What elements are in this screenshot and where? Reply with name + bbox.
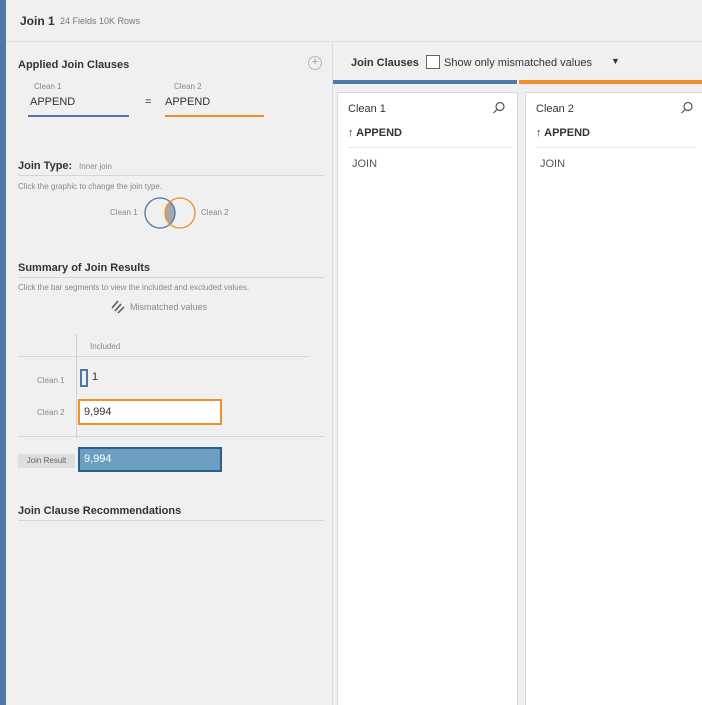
join-type-title: Join Type: (18, 160, 73, 172)
clean2-values-card: Clean 2 ↑ APPEND JOIN (525, 92, 702, 705)
mismatched-legend-label: Mismatched values (130, 302, 208, 312)
summary-title: Summary of Join Results (18, 262, 151, 274)
divider (18, 520, 324, 521)
clean1-color-bar (333, 80, 517, 84)
join-clauses-panel: Join Clauses Show only mismatched values… (333, 42, 702, 705)
summary-row-label: Clean 2 (37, 408, 65, 417)
join-type-venn-diagram[interactable] (144, 196, 200, 230)
included-header: Included (90, 342, 121, 351)
step-title: Join 1 (20, 14, 55, 28)
clean2-color-bar (519, 80, 702, 84)
step-header: Join 1 24 Fields 10K Rows (6, 0, 702, 42)
column-source-name: Clean 1 (348, 103, 386, 115)
step-meta: 24 Fields 10K Rows (60, 16, 141, 26)
add-clause-button[interactable]: + (308, 56, 322, 70)
divider (536, 147, 696, 148)
divider (18, 175, 324, 176)
column-field-name[interactable]: ↑ APPEND (536, 127, 590, 139)
recommendations-title: Join Clause Recommendations (18, 505, 182, 517)
clause-right-field[interactable]: APPEND (165, 96, 210, 108)
column-value[interactable]: JOIN (540, 158, 565, 170)
join-result-bar[interactable]: 9,994 (78, 447, 222, 472)
clean1-included-count: 1 (92, 371, 99, 383)
divider (18, 436, 324, 437)
clean1-included-bar[interactable] (80, 369, 88, 387)
divider (18, 356, 309, 357)
join-type-hint: Click the graphic to change the join typ… (18, 182, 163, 191)
mismatched-only-label[interactable]: Show only mismatched values (444, 57, 592, 69)
join-clauses-header: Join Clauses Show only mismatched values… (333, 42, 702, 80)
clean2-included-count: 9,994 (84, 406, 112, 418)
applied-join-clauses-title: Applied Join Clauses (18, 59, 130, 71)
divider (348, 147, 511, 148)
clause-left-field[interactable]: APPEND (30, 96, 75, 108)
clause-left-underline (28, 115, 129, 117)
clause-right-label: Clean 2 (174, 82, 202, 91)
column-field-name[interactable]: ↑ APPEND (348, 127, 402, 139)
clean2-included-bar[interactable]: 9,994 (78, 399, 222, 425)
clean1-values-card: Clean 1 ↑ APPEND JOIN (337, 92, 518, 705)
column-value[interactable]: JOIN (352, 158, 377, 170)
axis-divider (76, 334, 77, 438)
clause-right-underline (165, 115, 264, 117)
join-type-value: Inner join (79, 162, 112, 171)
clause-operator: = (145, 96, 152, 108)
mismatched-only-checkbox[interactable] (426, 55, 440, 69)
join-settings-panel: Applied Join Clauses + Clean 1 Clean 2 A… (6, 42, 333, 705)
search-icon[interactable] (492, 101, 506, 115)
column-source-name: Clean 2 (536, 103, 574, 115)
clause-left-label: Clean 1 (34, 82, 62, 91)
summary-hint: Click the bar segments to view the inclu… (18, 283, 250, 292)
chevron-down-icon[interactable]: ▼ (611, 56, 620, 66)
join-result-count: 9,994 (84, 453, 112, 465)
mismatched-hatch-icon (111, 300, 125, 314)
summary-row-label: Clean 1 (37, 376, 65, 385)
search-icon[interactable] (680, 101, 694, 115)
venn-right-label: Clean 2 (201, 208, 229, 217)
join-result-label: Join Result (18, 454, 75, 468)
divider (18, 277, 324, 278)
join-clauses-title: Join Clauses (351, 57, 419, 69)
venn-left-label: Clean 1 (110, 208, 138, 217)
